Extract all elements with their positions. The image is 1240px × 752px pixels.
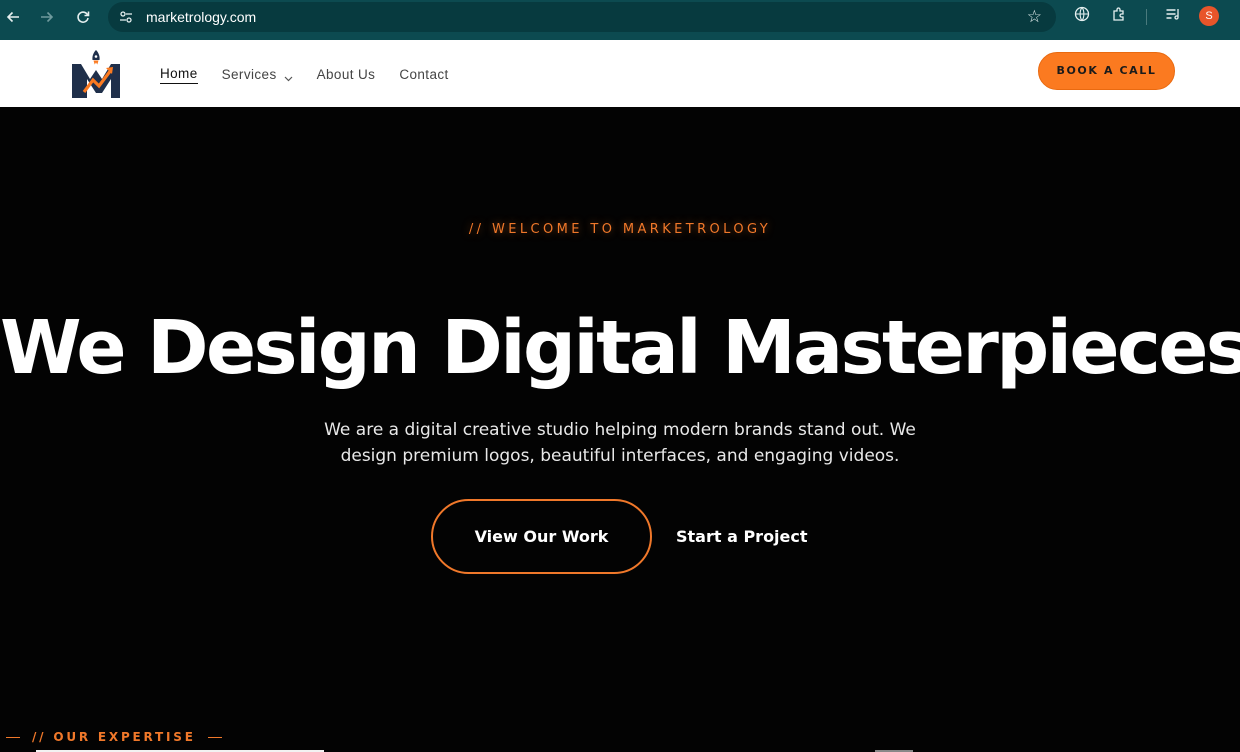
- nav-services-label: Services: [221, 66, 277, 82]
- hero-eyebrow: // WELCOME TO MARKETROLOGY: [468, 222, 772, 237]
- nav-home[interactable]: Home: [160, 65, 198, 84]
- profile-avatar[interactable]: S: [1199, 6, 1219, 26]
- address-bar[interactable]: marketrology.com ☆: [108, 2, 1056, 32]
- toolbar-divider: [1146, 9, 1147, 25]
- book-a-call-button[interactable]: BOOK A CALL: [1038, 52, 1175, 90]
- bookmark-star-icon[interactable]: ☆: [1027, 7, 1042, 27]
- hero-headline: We Design Digital Masterpieces.: [0, 305, 1240, 391]
- forward-icon[interactable]: [34, 5, 60, 29]
- nav-about[interactable]: About Us: [317, 66, 376, 84]
- nav-services[interactable]: Services: [222, 66, 293, 84]
- reading-list-icon[interactable]: [1162, 6, 1184, 28]
- expertise-label: // OUR EXPERTISE: [32, 730, 196, 744]
- expertise-dash-right: [207, 736, 222, 738]
- view-our-work-button[interactable]: View Our Work: [431, 499, 652, 574]
- marketrology-logo-icon[interactable]: [70, 48, 122, 100]
- site-info-icon[interactable]: [118, 9, 134, 25]
- browser-toolbar: marketrology.com ☆ S: [0, 0, 1240, 40]
- hero-section: // WELCOME TO MARKETROLOGY We Design Dig…: [0, 107, 1240, 752]
- expertise-heading: // OUR EXPERTISE: [0, 730, 222, 744]
- expertise-dash-left: [6, 736, 20, 738]
- start-a-project-button[interactable]: Start a Project: [676, 526, 808, 548]
- translate-icon[interactable]: [1071, 6, 1093, 28]
- chevron-down-icon: [284, 70, 293, 82]
- site-header: Home Services About Us Contact BOOK A CA…: [0, 40, 1240, 107]
- reload-icon[interactable]: [70, 5, 96, 29]
- extensions-icon[interactable]: [1108, 6, 1130, 28]
- hero-subtext: We are a digital creative studio helping…: [324, 420, 916, 466]
- main-nav: Home Services About Us Contact: [160, 65, 473, 84]
- back-icon[interactable]: [0, 5, 26, 29]
- nav-contact[interactable]: Contact: [399, 66, 448, 84]
- url-text[interactable]: marketrology.com: [146, 8, 256, 26]
